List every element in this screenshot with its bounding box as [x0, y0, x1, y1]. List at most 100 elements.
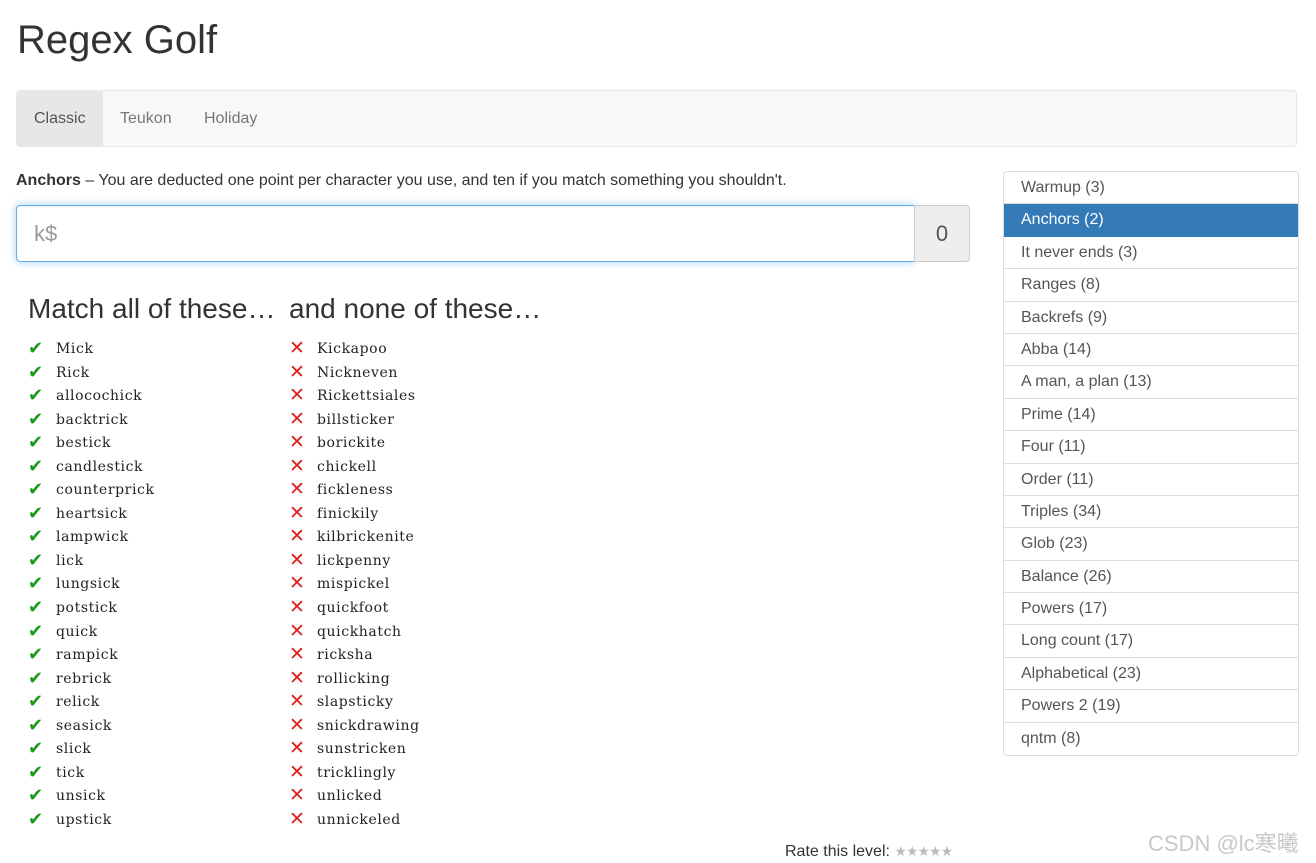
exclude-word-item: ✕ finickily	[289, 502, 420, 526]
exclude-word-item: ✕ unlicked	[289, 784, 420, 808]
word-text: Nickneven	[317, 364, 398, 381]
check-icon: ✔	[28, 691, 44, 712]
check-icon: ✔	[28, 455, 44, 476]
word-text: slapsticky	[317, 694, 394, 711]
exclude-word-item: ✕ billsticker	[289, 408, 420, 432]
level-item-warmup[interactable]: Warmup (3)	[1004, 172, 1298, 205]
match-word-item: ✔ slick	[28, 737, 155, 761]
cross-icon: ✕	[289, 573, 305, 595]
match-word-item: ✔ lick	[28, 549, 155, 573]
word-text: lickpenny	[317, 552, 391, 569]
exclude-word-item: ✕ slapsticky	[289, 690, 420, 714]
level-item-triples[interactable]: Triples (34)	[1004, 496, 1298, 529]
cross-icon: ✕	[289, 597, 305, 619]
word-text: seasick	[56, 717, 113, 734]
cross-icon: ✕	[289, 338, 305, 359]
exclude-word-item: ✕ quickfoot	[289, 596, 420, 620]
exclude-word-item: ✕ Nickneven	[289, 361, 420, 385]
exclude-word-item: ✕ rollicking	[289, 667, 420, 691]
level-item-backrefs[interactable]: Backrefs (9)	[1004, 302, 1298, 334]
exclude-word-item: ✕ Kickapoo	[289, 337, 420, 361]
level-item-order[interactable]: Order (11)	[1004, 464, 1298, 496]
check-icon: ✔	[28, 479, 44, 500]
level-item-glob[interactable]: Glob (23)	[1004, 528, 1298, 561]
level-item-abba[interactable]: Abba (14)	[1004, 334, 1298, 367]
level-item-long-count[interactable]: Long count (17)	[1004, 625, 1298, 658]
star-rating[interactable]: ★★★★★	[894, 843, 953, 859]
level-item-it-never-ends[interactable]: It never ends (3)	[1004, 237, 1298, 270]
match-word-item: ✔ quick	[28, 620, 155, 644]
level-item-prime[interactable]: Prime (14)	[1004, 399, 1298, 432]
word-text: rollicking	[317, 670, 391, 687]
level-item-anchors[interactable]: Anchors (2)	[1004, 204, 1298, 237]
level-item-balance[interactable]: Balance (26)	[1004, 561, 1298, 594]
cross-icon: ✕	[289, 549, 305, 571]
check-icon: ✔	[28, 502, 44, 523]
word-text: rebrick	[56, 670, 112, 687]
word-text: Rick	[56, 364, 90, 381]
exclude-word-item: ✕ kilbrickenite	[289, 525, 420, 549]
match-word-item: ✔ unsick	[28, 784, 155, 808]
word-text: chickell	[317, 458, 377, 475]
check-icon: ✔	[28, 361, 44, 382]
check-icon: ✔	[28, 714, 44, 735]
level-item-alphabetical[interactable]: Alphabetical (23)	[1004, 658, 1298, 691]
word-text: fickleness	[317, 482, 394, 499]
cross-icon: ✕	[289, 785, 305, 807]
exclude-word-item: ✕ lickpenny	[289, 549, 420, 573]
exclude-word-item: ✕ unnickeled	[289, 808, 420, 832]
regex-input[interactable]	[16, 205, 915, 262]
check-icon: ✔	[28, 738, 44, 759]
tab-teukon[interactable]: Teukon	[103, 91, 189, 146]
level-item-a-man-a-plan[interactable]: A man, a plan (13)	[1004, 366, 1298, 399]
word-text: Mick	[56, 341, 94, 357]
match-word-item: ✔ bestick	[28, 431, 155, 455]
exclude-heading: and none of these…	[289, 293, 542, 324]
word-text: Rickettsiales	[317, 388, 416, 405]
level-item-qntm[interactable]: qntm (8)	[1004, 723, 1298, 755]
match-word-item: ✔ potstick	[28, 596, 155, 620]
word-text: Kickapoo	[317, 341, 388, 357]
match-word-item: ✔ lungsick	[28, 572, 155, 596]
cross-icon: ✕	[289, 808, 305, 830]
exclude-word-item: ✕ fickleness	[289, 478, 420, 502]
check-icon: ✔	[28, 597, 44, 618]
exclude-word-item: ✕ quickhatch	[289, 620, 420, 644]
word-text: candlestick	[56, 458, 144, 475]
check-icon: ✔	[28, 385, 44, 406]
word-text: borickite	[317, 435, 386, 452]
match-word-item: ✔ rampick	[28, 643, 155, 667]
match-heading: Match all of these…	[28, 293, 276, 324]
word-text: ricksha	[317, 647, 374, 664]
exclude-word-item: ✕ sunstricken	[289, 737, 420, 761]
check-icon: ✔	[28, 785, 44, 806]
word-text: billsticker	[317, 411, 395, 428]
exclude-word-item: ✕ chickell	[289, 455, 420, 479]
level-item-four[interactable]: Four (11)	[1004, 431, 1298, 464]
match-word-item: ✔ tick	[28, 761, 155, 785]
word-text: snickdrawing	[317, 717, 420, 734]
check-icon: ✔	[28, 408, 44, 429]
word-text: quick	[56, 623, 98, 640]
word-text: lick	[56, 552, 84, 569]
tab-holiday[interactable]: Holiday	[187, 91, 274, 146]
level-item-powers-2[interactable]: Powers 2 (19)	[1004, 690, 1298, 723]
cross-icon: ✕	[289, 479, 305, 501]
word-text: potstick	[56, 600, 118, 617]
exclude-word-item: ✕ ricksha	[289, 643, 420, 667]
check-icon: ✔	[28, 808, 44, 829]
word-text: mispickel	[317, 576, 390, 593]
level-item-ranges[interactable]: Ranges (8)	[1004, 269, 1298, 302]
cross-icon: ✕	[289, 644, 305, 666]
tab-classic[interactable]: Classic	[17, 91, 103, 146]
exclude-word-item: ✕ Rickettsiales	[289, 384, 420, 408]
level-item-powers[interactable]: Powers (17)	[1004, 593, 1298, 626]
match-word-item: ✔ allocochick	[28, 384, 155, 408]
match-word-item: ✔ lampwick	[28, 525, 155, 549]
page-title: Regex Golf	[17, 18, 218, 62]
word-text: tick	[56, 764, 85, 781]
match-word-item: ✔ backtrick	[28, 408, 155, 432]
cross-icon: ✕	[289, 691, 305, 713]
level-name: Anchors	[16, 172, 81, 189]
word-text: quickhatch	[317, 623, 402, 640]
